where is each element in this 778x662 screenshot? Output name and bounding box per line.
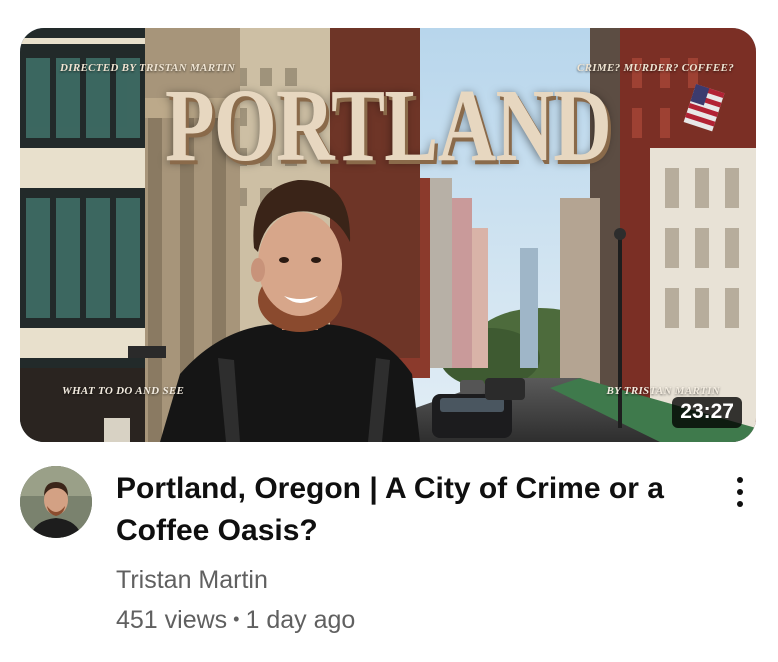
video-title[interactable]: Portland, Oregon | A City of Crime or a … [116, 468, 696, 552]
menu-dot [737, 489, 743, 495]
menu-dot [737, 501, 743, 507]
channel-name[interactable]: Tristan Martin [116, 566, 268, 595]
more-vert-icon[interactable] [722, 470, 758, 514]
video-thumbnail[interactable]: DIRECTED BY TRISTAN MARTIN CRIME? MURDER… [20, 28, 756, 442]
stats-separator: • [233, 609, 240, 629]
avatar-image [20, 466, 92, 538]
thumbnail-subtitle: WHAT TO DO AND SEE [62, 385, 185, 397]
view-count: 451 views [116, 606, 228, 634]
channel-avatar[interactable] [20, 466, 92, 538]
duration-badge: 23:27 [672, 397, 742, 428]
menu-dot [737, 477, 743, 483]
thumbnail-title: PORTLAND [164, 68, 612, 183]
upload-age: 1 day ago [245, 606, 356, 634]
video-card[interactable]: DIRECTED BY TRISTAN MARTIN CRIME? MURDER… [0, 0, 778, 662]
video-stats: 451 views • 1 day ago [116, 606, 355, 635]
thumbnail-byline: BY TRISTAN MARTIN [606, 385, 720, 397]
